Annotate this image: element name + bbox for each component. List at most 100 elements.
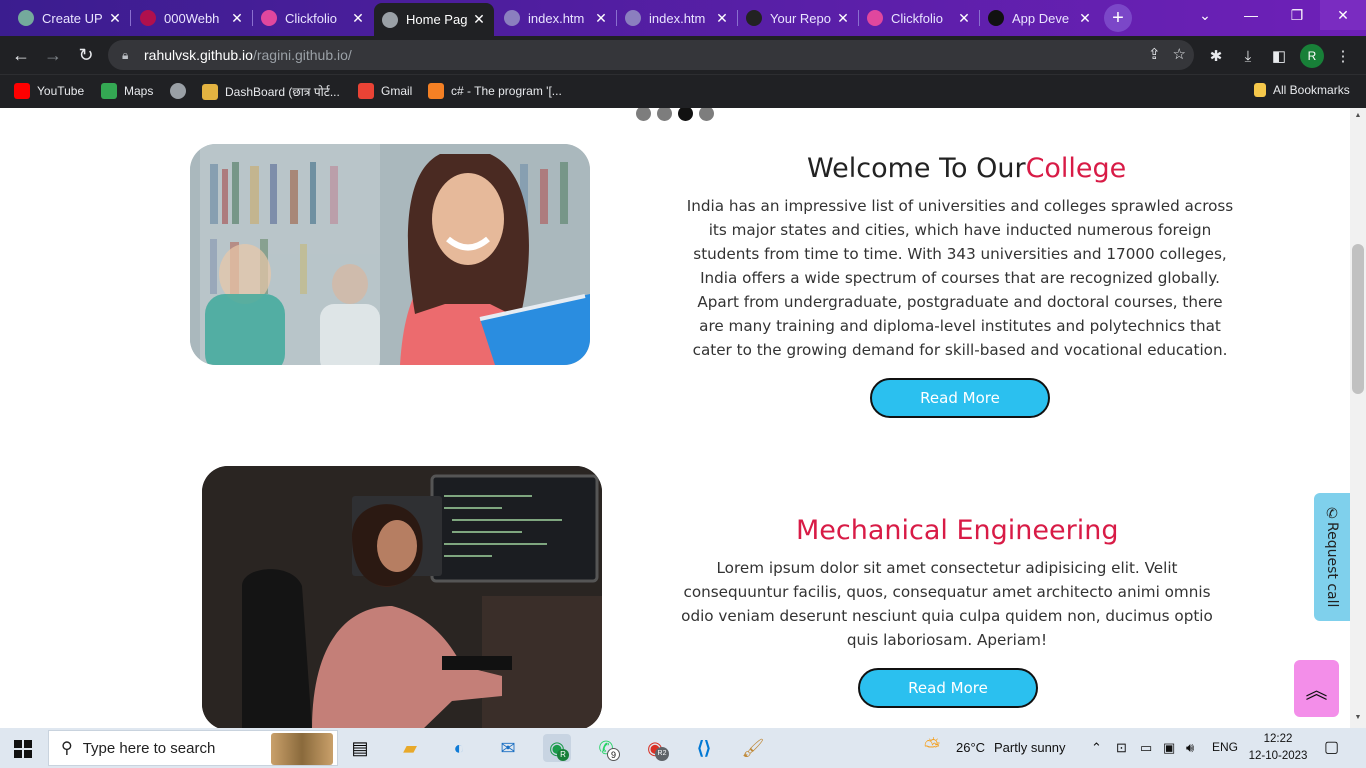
tab-close-icon[interactable]: ✕	[1078, 10, 1092, 27]
restore-button[interactable]: ❐	[1274, 0, 1320, 30]
meet-now-icon[interactable]: ⊡	[1116, 740, 1127, 756]
bookmark-1[interactable]: Maps	[101, 83, 153, 99]
share-icon[interactable]: ⇪	[1148, 45, 1161, 63]
scroll-down-arrow-icon[interactable]: ▼	[1352, 714, 1364, 724]
slider-dot[interactable]	[678, 108, 693, 121]
tab-title: Home Pag	[406, 12, 468, 27]
windows-start-icon[interactable]	[14, 740, 32, 758]
welcome-heading-accent: College	[1025, 153, 1127, 184]
tab-close-icon[interactable]: ✕	[836, 10, 850, 27]
tab-title: index.htm	[649, 10, 706, 26]
tab-close-icon[interactable]: ✕	[957, 10, 971, 27]
bookmark-4[interactable]: Gmail	[358, 83, 412, 99]
mail-icon[interactable]: ✉	[494, 734, 522, 762]
windows-taskbar: ⚲ Type here to search ▤ ▰ ◐ ✉ ◉ R ✆ 9 ◉ R2 …	[0, 728, 1366, 768]
back-icon[interactable]: ←	[8, 42, 34, 68]
tab-close-icon[interactable]: ✕	[230, 10, 244, 27]
bookmark-star-icon[interactable]: ☆	[1173, 45, 1186, 63]
page-scrollbar[interactable]	[1350, 108, 1366, 728]
close-window-button[interactable]: ✕	[1320, 0, 1366, 30]
chatgpt-icon	[18, 10, 34, 26]
vscode-icon[interactable]: ⟨⟩	[690, 734, 718, 762]
address-bar[interactable]: 🔒︎ rahulvsk.github.io/ragini.github.io/ …	[108, 40, 1194, 70]
tab-2[interactable]: Clickfolio ✕	[253, 3, 373, 33]
bookmark-5[interactable]: c# - The program '[...	[428, 83, 562, 99]
globe-icon	[625, 10, 641, 26]
network-icon[interactable]: ▣	[1163, 740, 1175, 756]
mechanical-paragraph: Lorem ipsum dolor sit amet consectetur a…	[681, 559, 1213, 649]
tab-title: 000Webh	[164, 10, 220, 26]
file-explorer-icon[interactable]: ▰	[396, 734, 424, 762]
all-bookmarks-label: All Bookmarks	[1273, 83, 1350, 97]
forward-icon[interactable]: →	[40, 42, 66, 68]
chrome-badge-r: R	[557, 749, 569, 761]
tab-search-chevron-icon[interactable]: ⌄	[1182, 0, 1228, 30]
scroll-up-arrow-icon[interactable]: ▲	[1352, 112, 1364, 122]
bookmark-0[interactable]: YouTube	[14, 83, 84, 99]
phone-icon: ✆	[1324, 506, 1340, 523]
app-icon	[988, 10, 1004, 26]
site-info-icon[interactable]: 🔒︎	[122, 48, 136, 63]
read-more-button-mechanical[interactable]: Read More	[858, 668, 1038, 708]
tab-title: Clickfolio	[891, 10, 944, 26]
welcome-paragraph: India has an impressive list of universi…	[686, 197, 1234, 359]
tab-3[interactable]: Home Pag ✕	[374, 3, 494, 36]
new-tab-button[interactable]: +	[1104, 4, 1132, 32]
tab-1[interactable]: 000Webh ✕	[132, 3, 252, 33]
tab-5[interactable]: index.htm ✕	[617, 3, 737, 33]
tab-8[interactable]: App Deve ✕	[980, 3, 1100, 33]
tab-close-icon[interactable]: ✕	[108, 10, 122, 27]
notifications-icon[interactable]: ▢	[1324, 737, 1339, 757]
paint-icon[interactable]: 🖌︎	[739, 734, 767, 762]
weather-text[interactable]: Partly sunny	[994, 740, 1066, 755]
slider-dot[interactable]	[636, 108, 651, 121]
bookmark-label: c# - The program '[...	[451, 84, 562, 98]
menu-kebab-icon[interactable]: ⋮	[1332, 45, 1354, 67]
volume-icon[interactable]: 🔊︎	[1186, 740, 1194, 756]
slider-dot[interactable]	[657, 108, 672, 121]
tab-0[interactable]: Create UP ✕	[10, 3, 130, 33]
whatsapp-icon[interactable]: ✆ 9	[592, 734, 620, 762]
slider-dot[interactable]	[699, 108, 714, 121]
weather-temp[interactable]: 26°C	[956, 740, 985, 755]
system-clock[interactable]: 12:22 12-10-2023	[1248, 731, 1308, 765]
tab-4[interactable]: index.htm ✕	[496, 3, 616, 33]
bookmark-2[interactable]	[170, 83, 193, 99]
edge-browser-icon[interactable]: ◐	[445, 734, 473, 762]
weather-icon[interactable]: ⛅︎	[924, 736, 940, 759]
reload-icon[interactable]: ↻	[73, 42, 99, 68]
bookmark-label: DashBoard (छात्र पोर्ट...	[225, 85, 340, 99]
tab-close-icon[interactable]: ✕	[472, 11, 486, 28]
tab-6[interactable]: Your Repo ✕	[738, 3, 858, 33]
tab-title: Create UP	[42, 10, 103, 26]
tab-title: Your Repo	[770, 10, 831, 26]
chrome-badge-r2: R2	[655, 747, 669, 761]
tab-close-icon[interactable]: ✕	[594, 10, 608, 27]
task-view-icon[interactable]: ▤	[346, 734, 374, 762]
request-call-button[interactable]: ✆Request call	[1314, 493, 1350, 621]
side-panel-icon[interactable]: ◧	[1268, 45, 1290, 67]
taskbar-search-box[interactable]: ⚲ Type here to search	[48, 730, 338, 766]
extensions-icon[interactable]: ✱	[1205, 45, 1227, 67]
tab-7[interactable]: Clickfolio ✕	[859, 3, 979, 33]
show-hidden-icons-chevron-icon[interactable]: ⌃	[1091, 740, 1102, 756]
read-more-button-college[interactable]: Read More	[870, 378, 1050, 418]
tab-close-icon[interactable]: ✕	[351, 10, 365, 27]
bookmark-3[interactable]: DashBoard (छात्र पोर्ट...	[202, 83, 340, 100]
stackoverflow-icon	[428, 83, 444, 99]
scrollbar-thumb[interactable]	[1352, 244, 1364, 394]
battery-icon[interactable]: ▭	[1140, 740, 1152, 756]
bookmarks-bar: YouTube Maps DashBoard (छात्र पोर्ट... Gmai…	[0, 74, 1366, 108]
chrome-profile-r2-icon[interactable]: ◉ R2	[641, 734, 669, 762]
all-bookmarks-button[interactable]: All Bookmarks	[1254, 83, 1350, 97]
tab-close-icon[interactable]: ✕	[715, 10, 729, 27]
globe-icon	[382, 11, 398, 28]
downloads-icon[interactable]: ⤓	[1237, 45, 1259, 67]
minimize-button[interactable]: —	[1228, 0, 1274, 30]
input-language[interactable]: ENG	[1212, 740, 1238, 754]
chrome-profile-r-icon[interactable]: ◉ R	[543, 734, 571, 762]
mechanical-heading-text: Mechanical Engineering	[796, 515, 1119, 546]
bookmark-label: YouTube	[37, 84, 85, 98]
profile-avatar[interactable]: R	[1300, 44, 1324, 68]
scroll-to-top-button[interactable]: ︽	[1294, 660, 1339, 717]
